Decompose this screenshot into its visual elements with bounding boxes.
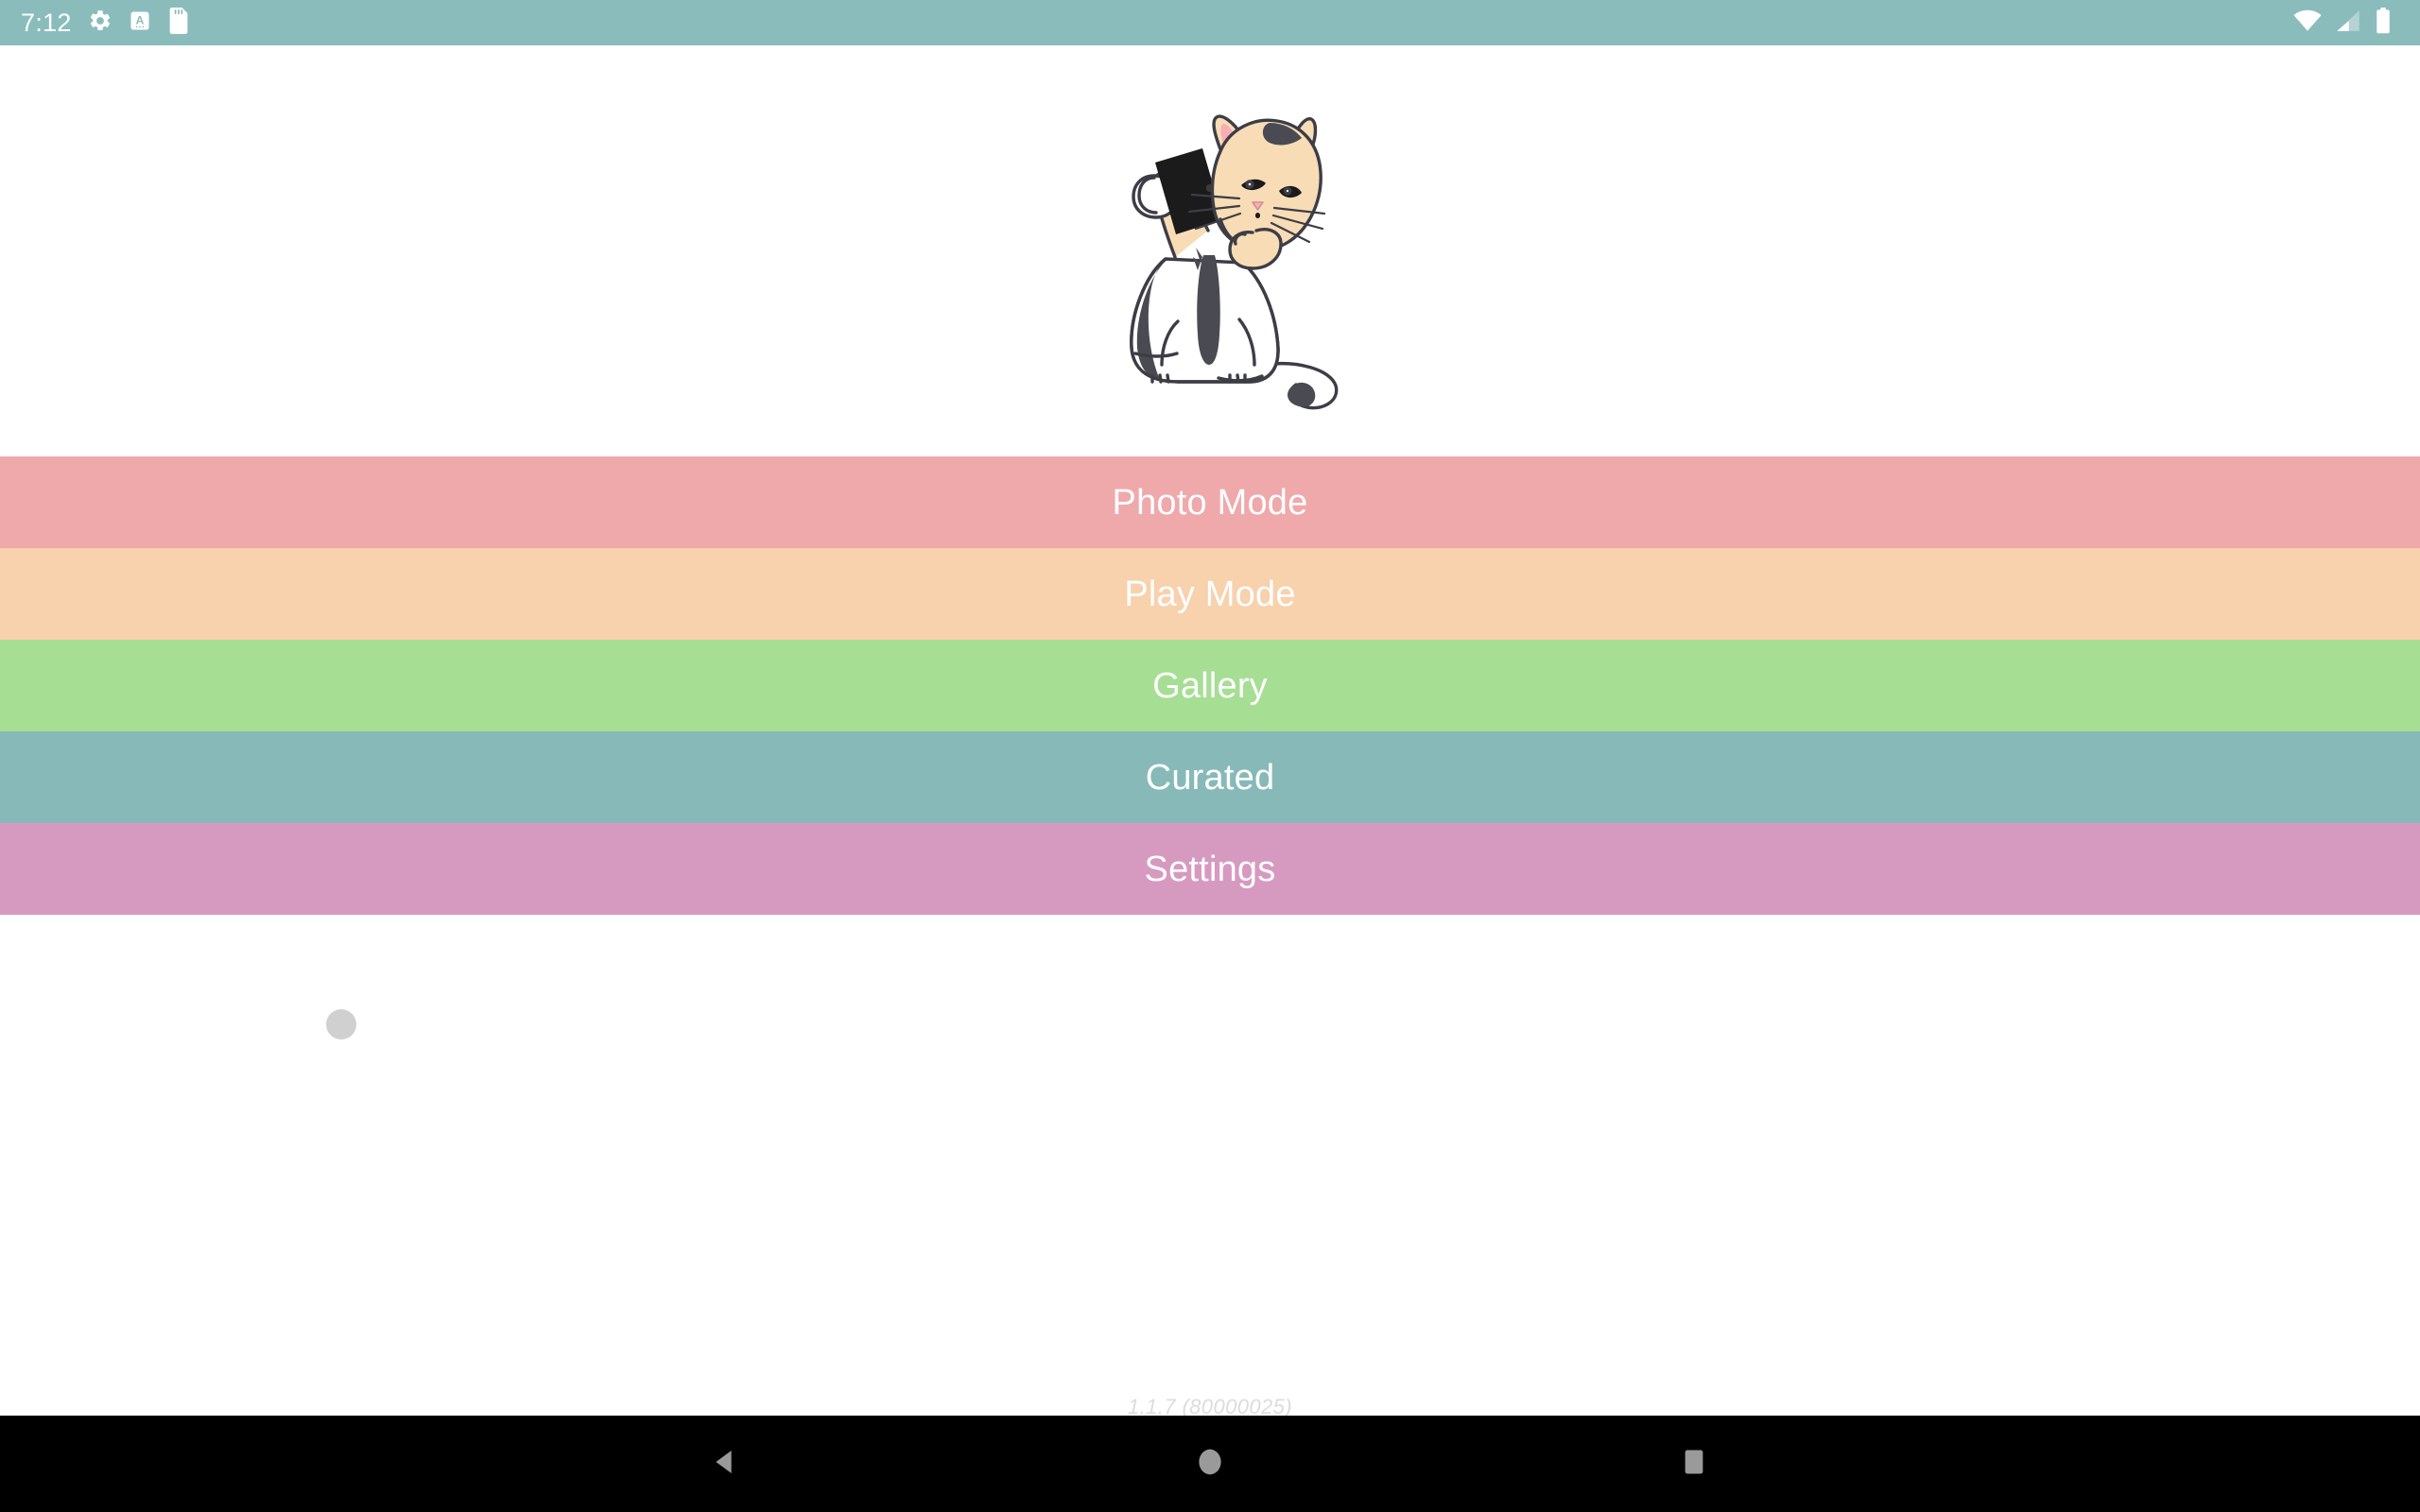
menu-item-label: Curated (1145, 757, 1275, 798)
menu-item-play-mode[interactable]: Play Mode (0, 548, 2420, 640)
menu-item-label: Play Mode (1124, 574, 1296, 614)
menu-item-curated[interactable]: Curated (0, 731, 2420, 823)
nav-back-button[interactable] (605, 1416, 847, 1512)
menu-item-settings[interactable]: Settings (0, 823, 2420, 915)
android-navigation-bar (0, 1416, 2420, 1512)
status-bar-clock: 7:12 (21, 8, 72, 37)
nav-home-button[interactable] (1089, 1416, 1331, 1512)
main-menu: Photo Mode Play Mode Gallery Curated Set… (0, 456, 2420, 915)
content-area (0, 915, 2420, 1416)
status-bar-left-group: 7:12 A (21, 7, 190, 39)
cat-taking-selfie-illustration (1054, 81, 1366, 421)
menu-item-label: Gallery (1152, 665, 1268, 706)
status-bar-right-group (2293, 7, 2399, 39)
cellular-signal-icon (2335, 9, 2361, 37)
gear-icon (88, 9, 112, 38)
hero-illustration-area (0, 45, 2420, 456)
menu-item-label: Settings (1144, 849, 1276, 889)
touch-pointer-indicator (326, 1009, 356, 1040)
app-root: 7:12 A Photo Mode Play Mode Gallery Cura… (0, 0, 2420, 1512)
sd-card-icon (167, 7, 190, 39)
recents-square-icon (1678, 1446, 1710, 1483)
menu-item-gallery[interactable]: Gallery (0, 640, 2420, 731)
back-triangle-icon (710, 1446, 742, 1483)
nav-recents-button[interactable] (1573, 1416, 1815, 1512)
home-circle-icon (1194, 1446, 1226, 1483)
battery-icon (2375, 7, 2392, 39)
assistant-a-icon: A (129, 9, 151, 37)
menu-item-label: Photo Mode (1112, 482, 1308, 523)
status-bar: 7:12 A (0, 0, 2420, 45)
menu-item-photo-mode[interactable]: Photo Mode (0, 456, 2420, 548)
wifi-icon (2293, 9, 2322, 37)
svg-text:A: A (135, 13, 144, 26)
